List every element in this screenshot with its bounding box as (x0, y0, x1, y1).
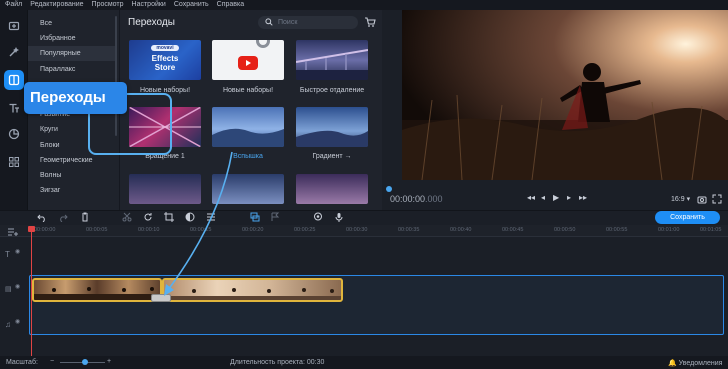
ruler-tick: 00:00:00 (34, 227, 56, 233)
transitions-callout: Переходы (24, 82, 127, 114)
project-duration: Длительность проекта: 00:30 (230, 359, 325, 366)
play-icon[interactable]: ▶ (553, 193, 563, 203)
transitions-icon (8, 74, 20, 86)
movavi-logo: movavi (151, 45, 179, 51)
app-window: Файл Редактирование Просмотр Настройки С… (0, 0, 728, 369)
ruler-tick: 00:00:30 (346, 227, 368, 233)
video-preview[interactable] (402, 10, 728, 180)
audio-track-icon: ♫ (5, 320, 11, 329)
magic-wand-icon (9, 47, 19, 57)
search-input[interactable]: Поиск (258, 16, 358, 29)
transition-thumb[interactable] (296, 174, 368, 204)
ruler-tick: 00:00:35 (398, 227, 420, 233)
aspect-ratio-select[interactable]: 16:9 ▾ (671, 195, 690, 203)
effects-store-thumb[interactable]: movavi Effects Store (129, 40, 201, 80)
ruler-tick: 00:00:45 (502, 227, 524, 233)
search-icon (265, 18, 273, 26)
ruler-tick: 00:00:50 (554, 227, 576, 233)
ruler-tick: 00:00:20 (242, 227, 264, 233)
microphone-icon[interactable] (334, 212, 344, 222)
youtube-icon (238, 56, 258, 70)
preview-frame (402, 10, 728, 180)
stickers-tool-button[interactable] (4, 124, 24, 144)
panel-title: Переходы (128, 17, 175, 28)
delete-icon[interactable] (80, 212, 90, 222)
marker-icon[interactable] (270, 212, 280, 222)
menu-file[interactable]: Файл (5, 0, 22, 10)
category-item[interactable]: Волны (28, 168, 116, 183)
drag-arrow (164, 151, 233, 296)
thumb-label: Градиент → (312, 153, 352, 160)
fullscreen-icon[interactable] (712, 194, 722, 204)
category-item[interactable]: Избранное (28, 31, 116, 46)
zoom-in-icon[interactable]: + (107, 358, 111, 365)
category-item-active[interactable]: Популярные (28, 46, 116, 61)
import-tool-button[interactable] (4, 16, 24, 36)
text-track-icon: T (5, 250, 10, 259)
category-item[interactable]: Геометрические (28, 153, 116, 168)
store-title: Effects Store (151, 54, 179, 72)
category-item[interactable]: Параллакс (28, 62, 116, 77)
category-item[interactable]: Зигзаг (28, 183, 116, 198)
mute-icon[interactable]: ◉ (15, 318, 20, 325)
zoom-out-icon[interactable]: − (50, 358, 54, 365)
zoom-slider-handle[interactable] (82, 359, 88, 365)
thumb-label: Быстрое отдаление (299, 87, 365, 94)
next-frame-icon[interactable]: ▸ (567, 193, 577, 203)
menu-edit[interactable]: Редактирование (30, 0, 83, 10)
bell-icon: 🔔 (668, 360, 677, 367)
video-clip[interactable] (32, 278, 162, 302)
menu-save[interactable]: Сохранить (174, 0, 209, 10)
skip-forward-icon[interactable]: ▸▸ (579, 193, 589, 203)
titles-icon (9, 103, 19, 113)
ruler-tick: 00:01:00 (658, 227, 680, 233)
flash-thumb[interactable] (212, 107, 284, 147)
gradient-thumb[interactable] (296, 107, 368, 147)
menu-help[interactable]: Справка (217, 0, 244, 10)
zoom-label: Масштаб: (6, 359, 38, 366)
playhead[interactable] (31, 226, 32, 356)
more-tools-icon (9, 157, 19, 167)
ruler-tick: 00:00:05 (86, 227, 108, 233)
ruler-tick: 00:00:40 (450, 227, 472, 233)
visibility-icon[interactable]: ◉ (15, 283, 20, 290)
stickers-icon (8, 128, 20, 140)
undo-icon[interactable] (37, 212, 47, 222)
save-button[interactable]: Сохранить (655, 211, 720, 224)
preview-scrubber[interactable] (386, 186, 392, 192)
cut-icon[interactable] (122, 212, 132, 222)
ruler-tick: 00:00:25 (294, 227, 316, 233)
more-tools-button[interactable] (4, 152, 24, 172)
zoom-out-thumb[interactable] (296, 40, 368, 80)
ruler-tick: 00:01:05 (700, 227, 722, 233)
thumb-label: Новые наборы! (222, 87, 274, 94)
transitions-tool-button[interactable] (4, 70, 24, 90)
category-item[interactable]: Все (28, 16, 116, 31)
search-placeholder: Поиск (278, 19, 298, 26)
cart-icon[interactable] (364, 16, 376, 28)
ruler-tick: 00:00:55 (606, 227, 628, 233)
timeline-toolbar (0, 210, 728, 224)
filters-tool-button[interactable] (4, 42, 24, 62)
prev-frame-icon[interactable]: ◂ (541, 193, 551, 203)
webcam-icon[interactable] (313, 212, 323, 222)
timecode: 00:00:00.000 (390, 194, 443, 204)
redo-icon[interactable] (58, 212, 68, 222)
overlay-icon[interactable] (250, 212, 260, 222)
visibility-icon[interactable]: ◉ (15, 248, 20, 255)
notifications-link[interactable]: 🔔 Уведомления (668, 359, 722, 367)
menu-bar: Файл Редактирование Просмотр Настройки С… (0, 0, 728, 10)
video-track-icon: ▤ (5, 286, 12, 293)
status-bar: Масштаб: − + Длительность проекта: 00:30… (0, 356, 728, 369)
skip-back-icon[interactable]: ◂◂ (527, 193, 537, 203)
snapshot-icon[interactable] (697, 194, 707, 204)
menu-settings[interactable]: Настройки (132, 0, 166, 10)
menu-view[interactable]: Просмотр (92, 0, 124, 10)
import-icon (8, 21, 20, 31)
add-track-icon[interactable] (8, 228, 18, 236)
youtube-thumb[interactable] (212, 40, 284, 80)
titles-tool-button[interactable] (4, 98, 24, 118)
